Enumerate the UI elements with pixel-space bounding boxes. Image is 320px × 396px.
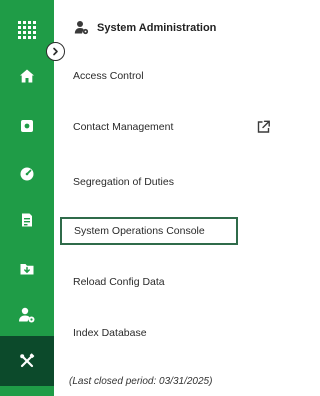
- chevron-right-icon: [53, 47, 58, 56]
- home-icon: [20, 69, 34, 83]
- menu-item-label: Segregation of Duties: [73, 176, 174, 188]
- user-settings-icon: [19, 307, 35, 323]
- last-closed-period-note: (Last closed period: 03/31/2025): [69, 376, 213, 387]
- menu-item-label: Contact Management: [73, 121, 174, 133]
- panel-title: System Administration: [97, 21, 217, 34]
- menu-item-segregation-of-duties[interactable]: Segregation of Duties: [54, 170, 299, 194]
- user-admin-icon: [74, 21, 89, 35]
- rail-folder-button[interactable]: [0, 245, 54, 293]
- rail-tools-button[interactable]: [0, 336, 54, 386]
- document-icon: [21, 120, 33, 132]
- collapse-toggle-button[interactable]: [46, 42, 65, 61]
- rail-document-button[interactable]: [0, 102, 54, 150]
- rail-report-button[interactable]: [0, 196, 54, 244]
- rail-user-settings-button[interactable]: [0, 291, 54, 339]
- menu-item-contact-management[interactable]: Contact Management: [54, 115, 299, 139]
- menu-item-index-database[interactable]: Index Database: [54, 321, 299, 345]
- menu-item-label: Access Control: [73, 70, 144, 82]
- menu-item-label: System Operations Console: [74, 225, 205, 237]
- external-link-icon[interactable]: [256, 120, 271, 135]
- dashboard-gauge-icon: [20, 167, 34, 181]
- menu-item-access-control[interactable]: Access Control: [54, 64, 299, 88]
- menu-item-label: Reload Config Data: [73, 276, 165, 288]
- panel-header: System Administration: [74, 20, 216, 35]
- report-icon: [22, 213, 32, 227]
- system-administration-panel: System Administration Access Control Con…: [54, 0, 299, 396]
- rail-dashboard-button[interactable]: [0, 150, 54, 198]
- folder-download-icon: [20, 264, 34, 275]
- apps-grid-icon: [18, 21, 36, 39]
- rail-home-button[interactable]: [0, 52, 54, 100]
- tools-icon: [20, 353, 35, 368]
- menu-item-system-operations-console[interactable]: System Operations Console: [60, 217, 238, 245]
- menu-item-label: Index Database: [73, 327, 147, 339]
- nav-rail: [0, 0, 54, 396]
- menu-item-reload-config-data[interactable]: Reload Config Data: [54, 270, 299, 294]
